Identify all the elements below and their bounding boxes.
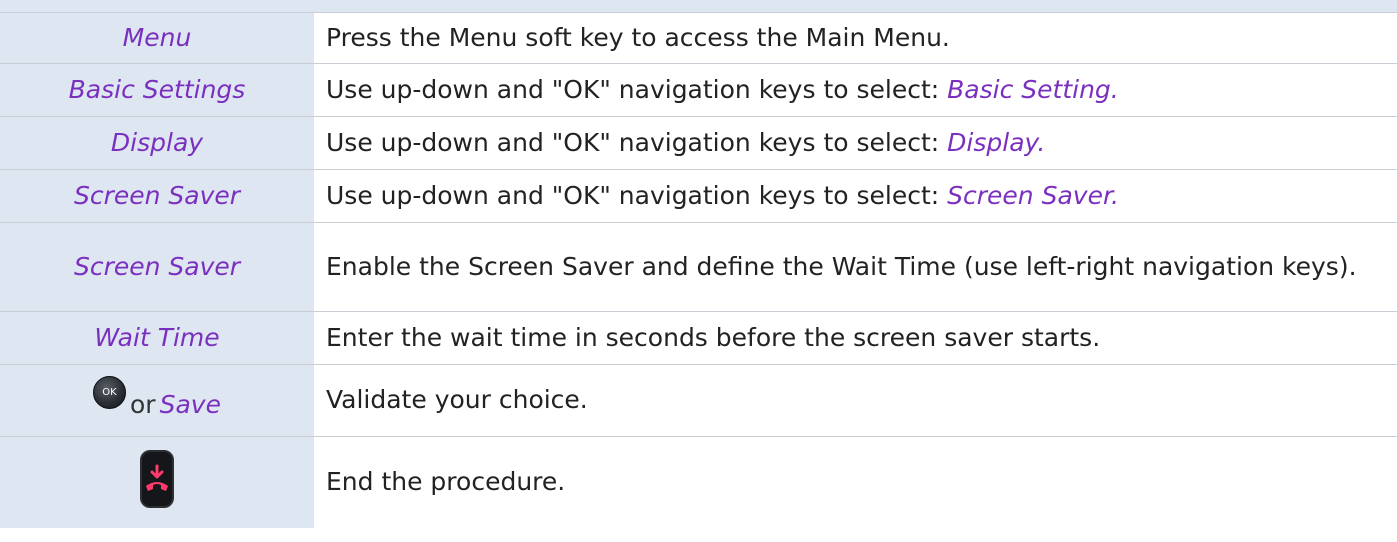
procedure-page: Menu Press the Menu soft key to access t… (0, 0, 1397, 542)
step-label: Screen Saver (0, 169, 314, 223)
step-label: OK or Save (0, 364, 314, 437)
step-text: Use up-down and "OK" navigation keys to … (326, 180, 948, 210)
step-target: Basic Setting. (947, 74, 1119, 104)
step-text: Use up-down and "OK" navigation keys to … (326, 74, 948, 104)
step-target: Display. (947, 127, 1046, 157)
step-description: Enter the wait time in seconds before th… (314, 311, 1397, 365)
step-text: End the procedure. (326, 467, 566, 497)
ok-key-icon: OK (93, 375, 127, 409)
step-text: Enable the Screen Saver and define the W… (326, 251, 1357, 281)
step-description: End the procedure. (314, 436, 1397, 528)
step-description: Use up-down and "OK" navigation keys to … (314, 116, 1397, 170)
table-row: End the procedure. (0, 436, 1397, 528)
ok-or-save: OK or Save (93, 375, 221, 419)
step-text: Validate your choice. (326, 385, 588, 414)
table-row: Screen Saver Enable the Screen Saver and… (0, 222, 1397, 312)
table-row: Display Use up-down and "OK" navigation … (0, 116, 1397, 170)
step-label: Display (0, 116, 314, 170)
step-description: Press the Menu soft key to access the Ma… (314, 13, 1397, 64)
step-description: Use up-down and "OK" navigation keys to … (314, 63, 1397, 117)
step-description: Use up-down and "OK" navigation keys to … (314, 169, 1397, 223)
table-row: Wait Time Enter the wait time in seconds… (0, 311, 1397, 365)
step-text: Press the Menu soft key to access the Ma… (326, 22, 950, 52)
step-label: Wait Time (0, 311, 314, 365)
procedure-table: Menu Press the Menu soft key to access t… (0, 13, 1397, 528)
step-target: Screen Saver. (947, 180, 1119, 210)
table-row: Screen Saver Use up-down and "OK" naviga… (0, 169, 1397, 223)
step-label (0, 436, 314, 528)
or-text: or (130, 389, 156, 419)
table-row: Basic Settings Use up-down and "OK" navi… (0, 63, 1397, 117)
step-text: Enter the wait time in seconds before th… (326, 322, 1101, 352)
step-label: Basic Settings (0, 63, 314, 117)
step-description: Validate your choice. (314, 364, 1397, 437)
table-top-band (0, 0, 1397, 13)
hang-up-glyph-icon (146, 464, 168, 492)
step-label: Menu (0, 13, 314, 64)
step-description: Enable the Screen Saver and define the W… (314, 222, 1397, 312)
hang-up-key-icon (140, 450, 174, 509)
table-row: OK or Save Validate your choice. (0, 364, 1397, 437)
save-label: Save (159, 389, 221, 419)
step-label: Screen Saver (0, 222, 314, 312)
step-text: Use up-down and "OK" navigation keys to … (326, 127, 948, 157)
table-row: Menu Press the Menu soft key to access t… (0, 13, 1397, 64)
